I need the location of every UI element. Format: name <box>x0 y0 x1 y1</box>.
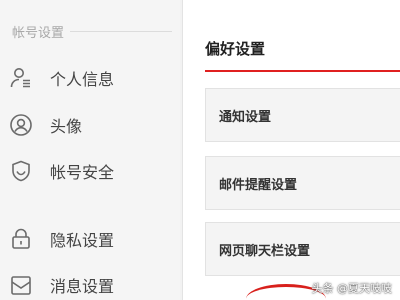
sidebar-item-label: 帐号安全 <box>50 163 115 182</box>
sidebar-item-security[interactable]: 帐号安全 <box>8 154 176 188</box>
row-label: 网页聊天栏设置 <box>219 243 311 259</box>
main-panel: 偏好设置 通知设置 邮件提醒设置 网页聊天栏设置 <box>182 0 400 300</box>
web-chat-bar-settings-row[interactable]: 网页聊天栏设置 <box>205 222 400 276</box>
message-icon <box>8 272 34 298</box>
sidebar-item-profile[interactable]: 个人信息 <box>8 61 176 95</box>
page-title: 偏好设置 <box>205 40 266 58</box>
sidebar-section-title: 帐号设置 <box>12 26 65 41</box>
sidebar-item-label: 消息设置 <box>50 277 115 296</box>
watermark: 头条 @夏天吱吱 <box>311 282 393 295</box>
divider <box>70 31 172 32</box>
row-label: 通知设置 <box>219 109 272 125</box>
sidebar-section-header: 帐号设置 <box>12 22 172 41</box>
avatar-icon <box>8 112 34 138</box>
shield-icon <box>8 158 34 184</box>
notification-settings-row[interactable]: 通知设置 <box>205 88 400 142</box>
sidebar-item-label: 个人信息 <box>50 70 115 89</box>
sidebar-item-label: 头像 <box>50 117 83 136</box>
sidebar-item-privacy[interactable]: 隐私设置 <box>8 222 176 256</box>
title-underline <box>205 70 400 72</box>
email-reminder-settings-row[interactable]: 邮件提醒设置 <box>205 156 400 210</box>
sidebar-item-messages[interactable]: 消息设置 <box>8 268 176 300</box>
lock-icon <box>8 226 34 252</box>
sidebar: 帐号设置 个人信息 头像 帐号安全 隐私设置 消息设置 <box>0 0 180 300</box>
row-label: 邮件提醒设置 <box>219 177 298 193</box>
sidebar-item-label: 隐私设置 <box>50 231 115 250</box>
user-icon <box>8 65 34 91</box>
sidebar-item-avatar[interactable]: 头像 <box>8 108 176 142</box>
